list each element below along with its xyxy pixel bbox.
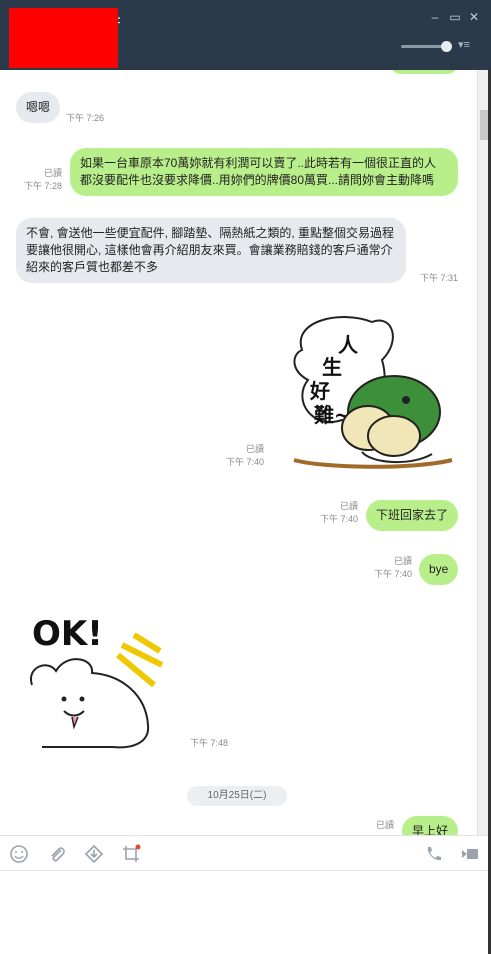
input-toolbar (0, 835, 491, 871)
close-button[interactable]: ✕ (467, 10, 481, 24)
title-bar: F – ▭ ✕ ▾≡ (0, 0, 491, 70)
menu-icon[interactable]: ▾≡ (458, 38, 470, 51)
sticker-text-1: 人 (338, 333, 359, 357)
opacity-slider-knob[interactable] (441, 41, 452, 52)
download-icon[interactable] (84, 844, 104, 864)
message-bubble[interactable]: 如果一台車原本70萬妳就有利潤可以賣了..此時若有一個很正直的人都沒要配件也沒要… (70, 148, 458, 196)
screenshot-crop-icon[interactable] (121, 844, 141, 864)
redacted-contact-name (9, 8, 118, 68)
attachment-icon[interactable] (47, 844, 67, 864)
video-call-icon[interactable] (460, 844, 480, 864)
read-receipt: 已讀 (339, 501, 358, 511)
maximize-button[interactable]: ▭ (448, 10, 462, 24)
sticker-text-3: 好 (309, 379, 330, 403)
message-time: 下午 7:40 (225, 457, 264, 467)
read-receipt: 已讀 (375, 820, 394, 830)
turtle-sticker[interactable]: 人 生 好 難~ (282, 310, 458, 472)
minimize-button[interactable]: – (428, 10, 442, 24)
message-time: 下午 7:28 (23, 181, 62, 191)
read-receipt: 已讀 (245, 444, 264, 454)
message-bubble[interactable]: 嗯嗯 (16, 92, 61, 123)
message-time: 下午 7:31 (419, 273, 458, 283)
chat-history[interactable]: 嗯嗯 下午 7:26 已讀 下午 7:28 如果一台車原本70萬妳就有利潤可以賣… (0, 70, 491, 835)
message-time: 下午 7:40 (373, 569, 412, 579)
message-bubble[interactable]: bye (419, 554, 459, 585)
message-bubble[interactable]: 早上好 (402, 816, 459, 835)
bear-ok-sticker[interactable]: OK! (22, 615, 170, 750)
date-divider: 10月25日(二) (187, 786, 287, 806)
emoji-icon[interactable] (9, 844, 29, 864)
message-time: 下午 7:48 (189, 738, 228, 748)
phone-call-icon[interactable] (424, 844, 444, 864)
sticker-ok-text: OK! (32, 615, 103, 654)
sticker-text-2: 生 (322, 355, 342, 379)
message-bubble-partial[interactable] (390, 70, 458, 74)
message-input[interactable] (0, 871, 488, 954)
message-time: 下午 7:26 (66, 113, 105, 123)
message-bubble[interactable]: 不會, 會送他一些便宜配件, 腳踏墊、隔熱紙之類的, 重點整個交易過程要讓他很開… (16, 218, 406, 283)
read-receipt: 已讀 (393, 556, 412, 566)
message-time: 下午 7:40 (319, 514, 358, 524)
message-bubble[interactable]: 下班回家去了 (366, 500, 459, 531)
read-receipt: 已讀 (43, 168, 62, 178)
